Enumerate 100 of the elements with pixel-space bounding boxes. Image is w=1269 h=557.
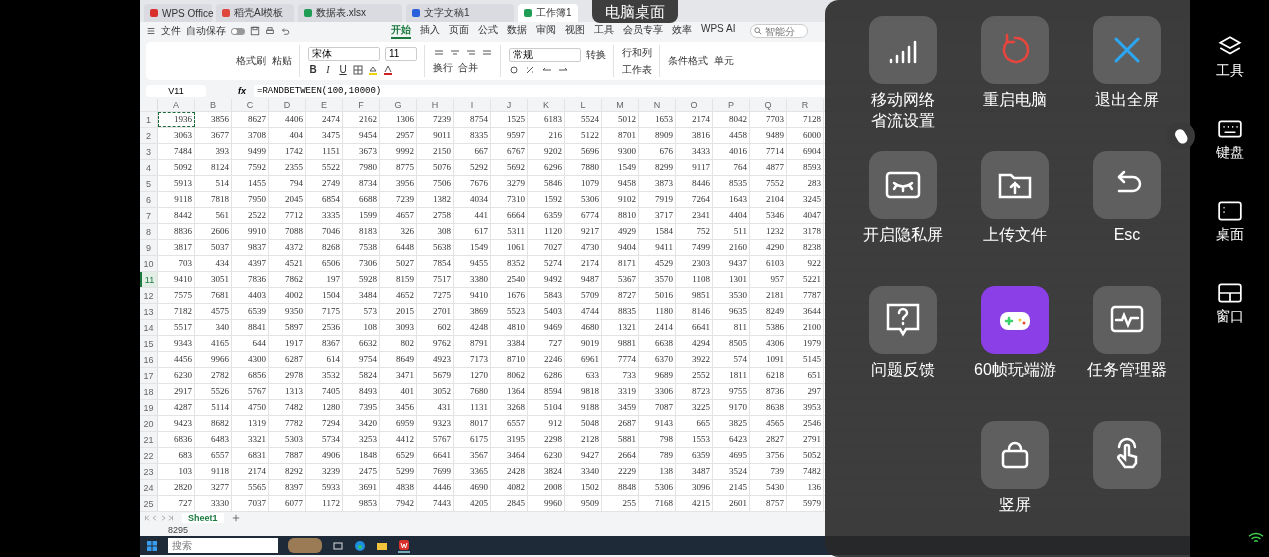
- ribbon-tab[interactable]: 公式: [478, 23, 498, 39]
- menu-tile-label[interactable]: 开启隐私屏: [863, 225, 943, 246]
- menu-tile-button[interactable]: [869, 16, 937, 84]
- document-tab[interactable]: 稻壳AI模板: [216, 4, 294, 22]
- menu-tile-label[interactable]: 竖屏: [999, 495, 1031, 516]
- menu-tile-label[interactable]: 60帧玩端游: [974, 360, 1056, 381]
- row-number[interactable]: 14: [140, 320, 158, 335]
- row-number[interactable]: 19: [140, 400, 158, 415]
- ribbon-tab[interactable]: 视图: [565, 23, 585, 39]
- undo-icon[interactable]: [280, 26, 290, 36]
- print-icon[interactable]: [265, 26, 275, 36]
- column-header[interactable]: M: [602, 99, 639, 111]
- menu-tile-label[interactable]: 上传文件: [983, 225, 1047, 246]
- name-box[interactable]: V11: [146, 84, 206, 97]
- add-sheet-icon[interactable]: [231, 514, 240, 522]
- font-style-button[interactable]: U: [338, 64, 348, 75]
- column-header[interactable]: N: [639, 99, 676, 111]
- row-number[interactable]: 2: [140, 128, 158, 143]
- row-number[interactable]: 7: [140, 208, 158, 223]
- ribbon-button[interactable]: 格式刷: [236, 54, 266, 68]
- wps-app-icon[interactable]: [398, 538, 410, 553]
- menu-icon[interactable]: [146, 26, 156, 36]
- rows-columns-button[interactable]: 行和列: [622, 45, 652, 60]
- row-number[interactable]: 11: [140, 272, 158, 287]
- row-number[interactable]: 4: [140, 160, 158, 175]
- ribbon-tab[interactable]: 数据: [507, 23, 527, 39]
- browser-icon[interactable]: [354, 539, 366, 552]
- sheet-tab[interactable]: Sheet1: [182, 513, 224, 523]
- ribbon-button[interactable]: 粘贴: [272, 54, 292, 68]
- menu-tile-button[interactable]: [1093, 286, 1161, 354]
- document-tab[interactable]: WPS Office: [144, 4, 212, 22]
- column-header[interactable]: O: [676, 99, 713, 111]
- row-number[interactable]: 23: [140, 464, 158, 479]
- window-icon[interactable]: [1216, 280, 1243, 306]
- ribbon-tab[interactable]: WPS AI: [701, 23, 736, 39]
- border-icon[interactable]: [353, 64, 363, 75]
- save-icon[interactable]: [250, 26, 260, 36]
- sidebar-label[interactable]: 桌面: [1215, 226, 1244, 244]
- column-header[interactable]: P: [713, 99, 750, 111]
- column-header[interactable]: A: [158, 99, 195, 111]
- ribbon-tab[interactable]: 效率: [672, 23, 692, 39]
- ribbon-button[interactable]: 换行: [433, 60, 453, 75]
- row-number[interactable]: 6: [140, 192, 158, 207]
- column-header[interactable]: E: [306, 99, 343, 111]
- ribbon-tab[interactable]: 工具: [594, 23, 614, 39]
- document-tab[interactable]: 工作簿1: [518, 4, 578, 22]
- row-number[interactable]: 17: [140, 368, 158, 383]
- row-number[interactable]: 9: [140, 240, 158, 255]
- column-header[interactable]: C: [232, 99, 269, 111]
- column-header[interactable]: J: [491, 99, 528, 111]
- menu-tile-button[interactable]: [869, 286, 937, 354]
- task-view-icon[interactable]: [332, 539, 344, 552]
- row-number[interactable]: 25: [140, 496, 158, 511]
- row-number[interactable]: 21: [140, 432, 158, 447]
- row-number[interactable]: 5: [140, 176, 158, 191]
- cell-button[interactable]: 单元: [714, 54, 734, 68]
- ribbon-button[interactable]: 合并: [458, 60, 478, 75]
- row-number[interactable]: 10: [140, 256, 158, 271]
- autosave-toggle[interactable]: [231, 27, 245, 35]
- row-number[interactable]: 24: [140, 480, 158, 495]
- sidebar-label[interactable]: 工具: [1215, 62, 1244, 80]
- ribbon-tab[interactable]: 审阅: [536, 23, 556, 39]
- number-format-dropdown[interactable]: 常规: [509, 47, 581, 62]
- row-number[interactable]: 18: [140, 384, 158, 399]
- menu-tile-button[interactable]: [981, 421, 1049, 489]
- ribbon-tab[interactable]: 会员专享: [623, 23, 663, 39]
- column-header[interactable]: F: [343, 99, 380, 111]
- menu-tile-label[interactable]: 任务管理器: [1087, 360, 1167, 381]
- row-number[interactable]: 3: [140, 144, 158, 159]
- row-number[interactable]: 15: [140, 336, 158, 351]
- row-number[interactable]: 20: [140, 416, 158, 431]
- ribbon-tab[interactable]: 页面: [449, 23, 469, 39]
- column-header[interactable]: G: [380, 99, 417, 111]
- fill-color-icon[interactable]: [368, 64, 378, 75]
- column-header[interactable]: R: [787, 99, 824, 111]
- menu-tile-label[interactable]: Esc: [1113, 225, 1141, 246]
- font-style-button[interactable]: B: [308, 64, 318, 75]
- ribbon-tab[interactable]: 插入: [420, 23, 440, 39]
- row-number[interactable]: 16: [140, 352, 158, 367]
- function-button[interactable]: fx: [238, 85, 246, 96]
- menu-tile-button[interactable]: [1093, 16, 1161, 84]
- column-header[interactable]: D: [269, 99, 306, 111]
- column-header[interactable]: Q: [750, 99, 787, 111]
- document-tab[interactable]: 数据表.xlsx: [298, 4, 402, 22]
- sidebar-label[interactable]: 键盘: [1215, 144, 1244, 162]
- sidebar-label[interactable]: 窗口: [1215, 308, 1244, 326]
- column-header[interactable]: L: [565, 99, 602, 111]
- ribbon-tab[interactable]: 开始: [391, 23, 411, 39]
- font-dropdown[interactable]: 宋体: [308, 47, 380, 61]
- column-header[interactable]: H: [417, 99, 454, 111]
- document-tab[interactable]: 文字文稿1: [406, 4, 514, 22]
- row-number[interactable]: 1: [140, 112, 158, 127]
- search-field[interactable]: 智能分: [750, 24, 809, 38]
- menu-tile-button[interactable]: [981, 286, 1049, 354]
- menu-tile-label[interactable]: 问题反馈: [871, 360, 935, 381]
- row-number[interactable]: 12: [140, 288, 158, 303]
- font-size-dropdown[interactable]: 11: [385, 47, 417, 61]
- desktop-icon[interactable]: [1216, 198, 1243, 224]
- row-number[interactable]: 13: [140, 304, 158, 319]
- menu-tile-button[interactable]: [1093, 151, 1161, 219]
